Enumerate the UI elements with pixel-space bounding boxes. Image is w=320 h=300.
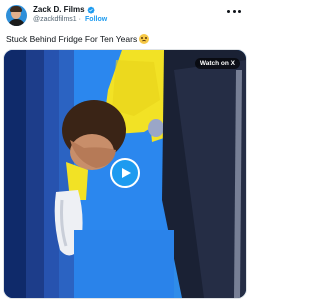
tweet-text: Stuck Behind Fridge For Ten Years: [6, 34, 150, 44]
author-handle[interactable]: @zackdfilms1: [33, 15, 77, 25]
video-player[interactable]: Watch on X: [3, 49, 247, 299]
more-options-icon[interactable]: [227, 7, 241, 15]
author-name[interactable]: Zack D. Films: [33, 5, 85, 15]
tweet-header: Zack D. Films @zackdfilms1 · Follow: [6, 4, 107, 26]
watch-on-x-button[interactable]: Watch on X: [194, 58, 240, 69]
separator-dot: ·: [78, 16, 82, 23]
follow-button[interactable]: Follow: [85, 15, 107, 25]
author-avatar[interactable]: [6, 4, 27, 26]
tweet-text-body: Stuck Behind Fridge For Ten Years: [6, 34, 138, 44]
anxious-face-emoji-icon: [139, 34, 150, 44]
verified-badge-icon: [87, 6, 95, 14]
play-button[interactable]: [110, 158, 140, 188]
play-icon: [122, 168, 131, 178]
